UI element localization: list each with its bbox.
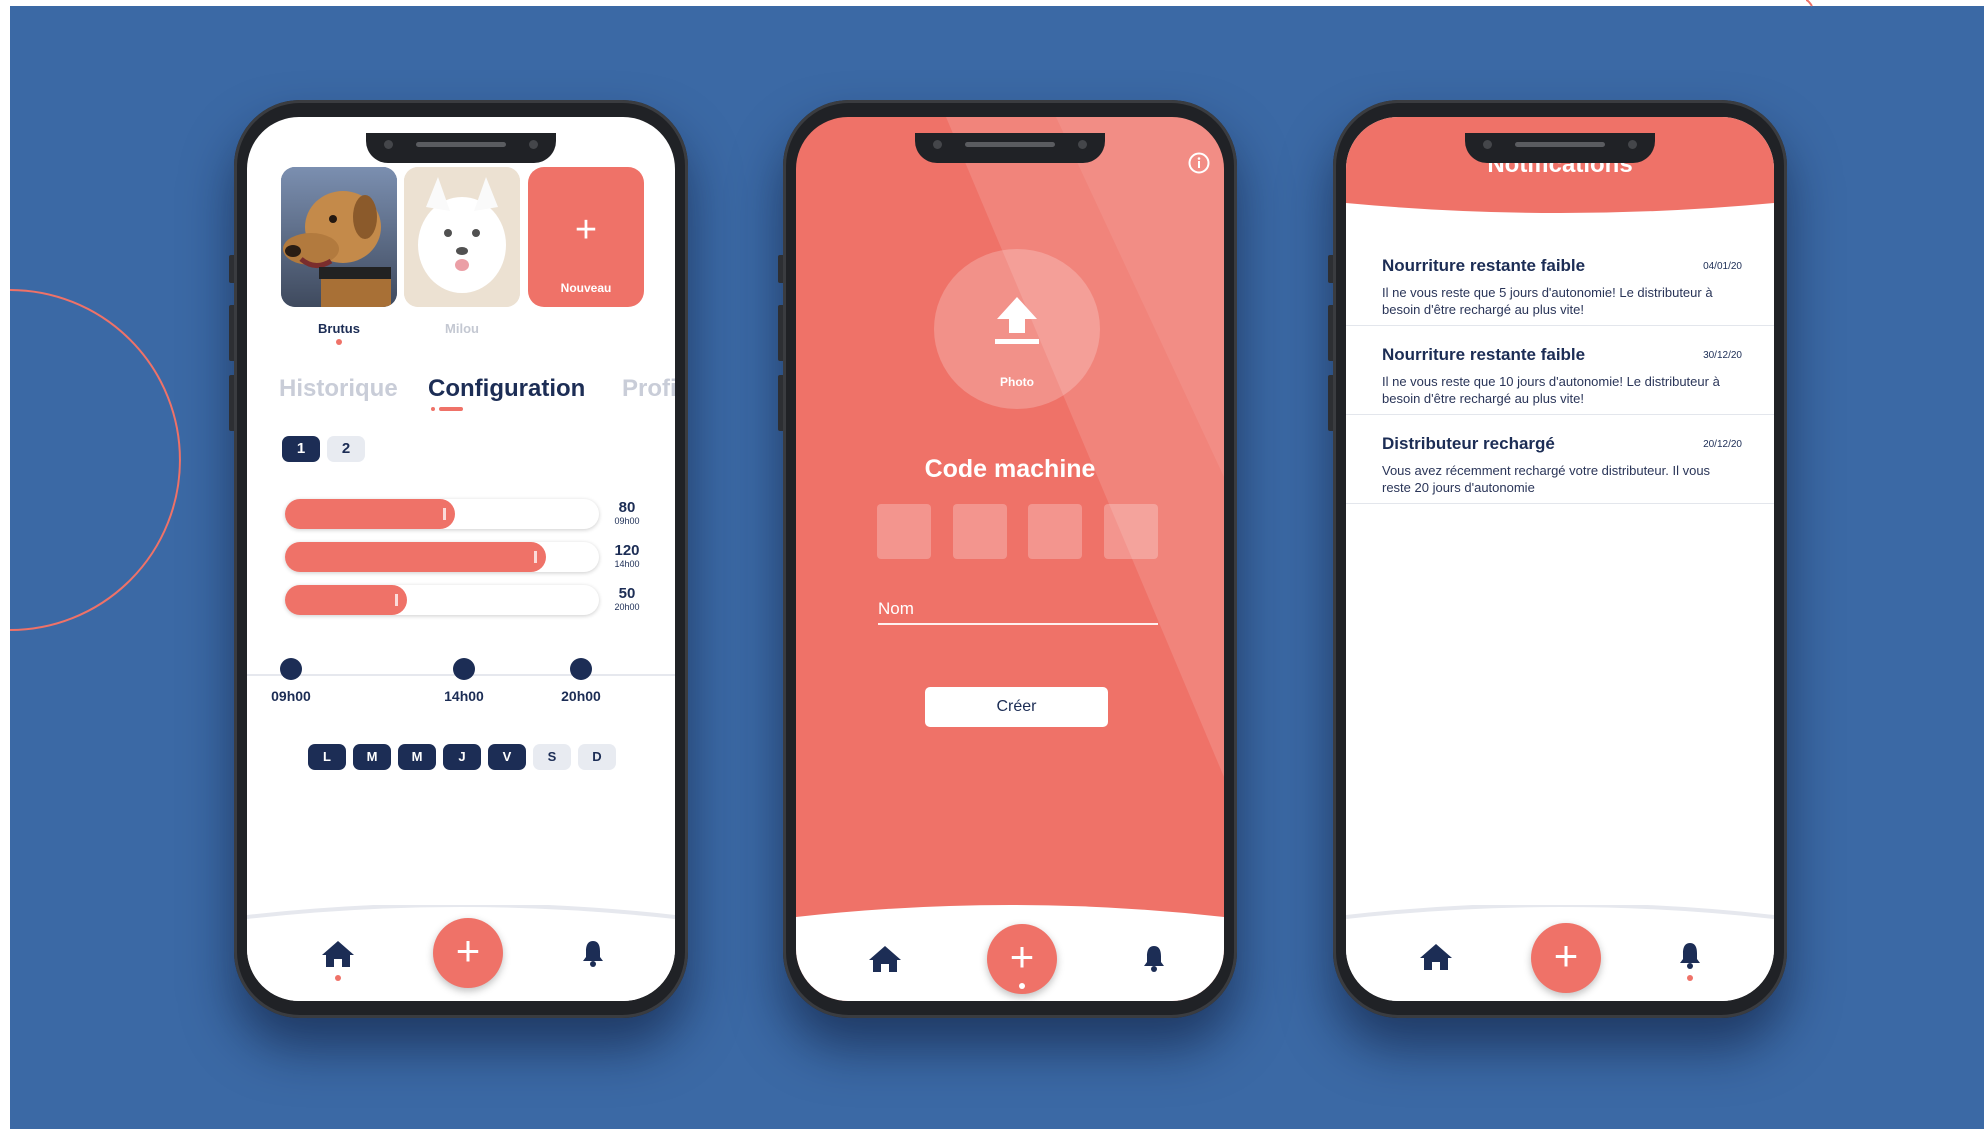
- portion-value-1: 80 09h00: [614, 499, 640, 527]
- dog-photo: [281, 167, 397, 307]
- notch: [1465, 133, 1655, 163]
- active-nav-indicator: [335, 975, 341, 981]
- create-button[interactable]: Créer: [925, 687, 1108, 727]
- notification-body: Vous avez récemment rechargé votre distr…: [1382, 463, 1711, 495]
- bell-icon[interactable]: [1142, 944, 1166, 972]
- day-toggle-saturday[interactable]: S: [533, 744, 571, 770]
- portion-slider-3[interactable]: [285, 585, 599, 615]
- active-tab-indicator: [439, 407, 463, 411]
- bell-icon[interactable]: [581, 939, 605, 967]
- timeline-label-2: 14h00: [444, 688, 484, 704]
- notification-date: 30/12/20: [1703, 350, 1742, 361]
- day-toggle-thursday[interactable]: J: [443, 744, 481, 770]
- phone-notifications: Notifications Nourriture restante faible…: [1328, 100, 1787, 1018]
- timeline-handle-3[interactable]: [570, 658, 592, 680]
- code-digit-2[interactable]: [953, 504, 1007, 559]
- selected-pet-indicator: [336, 339, 342, 345]
- code-digit-4[interactable]: [1104, 504, 1158, 559]
- slider-grip: [533, 551, 537, 563]
- portion-fill: [285, 585, 408, 615]
- new-pet-label: Nouveau: [560, 281, 612, 295]
- day-toggle-friday[interactable]: V: [488, 744, 526, 770]
- code-digit-3[interactable]: [1028, 504, 1082, 559]
- portion-value-3: 50 20h00: [614, 585, 640, 613]
- portion-fill: [285, 499, 455, 529]
- add-button[interactable]: +: [433, 918, 503, 988]
- tab-profil[interactable]: Profil: [622, 375, 675, 403]
- pet-name-brutus: Brutus: [318, 321, 360, 336]
- portion-fill: [285, 542, 546, 572]
- info-icon[interactable]: [1188, 152, 1210, 174]
- notification-date: 20/12/20: [1703, 439, 1742, 450]
- slider-grip: [395, 594, 399, 606]
- notification-body: Il ne vous reste que 5 jours d'autonomie…: [1382, 285, 1713, 317]
- notification-item[interactable]: Nourriture restante faible 30/12/20 Il n…: [1346, 345, 1774, 415]
- phone-create-dispenser: Photo Code machine Nom Créer +: [778, 100, 1237, 1018]
- home-icon[interactable]: [1419, 942, 1453, 972]
- pet-card-brutus[interactable]: [281, 167, 397, 307]
- home-icon[interactable]: [868, 944, 902, 974]
- day-toggle-monday[interactable]: L: [308, 744, 346, 770]
- portion-slider-1[interactable]: [285, 499, 599, 529]
- notification-body: Il ne vous reste que 10 jours d'autonomi…: [1382, 374, 1720, 406]
- tab-configuration[interactable]: Configuration: [428, 375, 585, 403]
- dispenser-2-pill[interactable]: 2: [327, 436, 365, 462]
- phone-configuration: Brutus Milou + Nouveau Historique Config…: [229, 100, 688, 1018]
- code-machine-title: Code machine: [924, 455, 1096, 483]
- notch: [366, 133, 556, 163]
- active-tab-indicator: [431, 407, 435, 411]
- notification-title: Nourriture restante faible: [1382, 345, 1586, 364]
- slider-grip: [442, 508, 446, 520]
- new-pet-button[interactable]: + Nouveau: [528, 167, 644, 307]
- day-toggle-tuesday[interactable]: M: [353, 744, 391, 770]
- timeline-label-3: 20h00: [561, 688, 601, 704]
- notch: [915, 133, 1105, 163]
- dog-photo: [404, 167, 520, 307]
- timeline-handle-2[interactable]: [453, 658, 475, 680]
- portion-slider-2[interactable]: [285, 542, 599, 572]
- name-input[interactable]: Nom: [878, 599, 1158, 625]
- add-button[interactable]: +: [1531, 923, 1601, 993]
- notification-title: Distributeur rechargé: [1382, 434, 1555, 453]
- active-nav-indicator: [1687, 975, 1693, 981]
- screen-create-dispenser: Photo Code machine Nom Créer +: [796, 117, 1224, 1001]
- photo-label: Photo: [1000, 375, 1034, 389]
- notification-date: 04/01/20: [1703, 261, 1742, 272]
- active-nav-indicator: [1019, 983, 1025, 989]
- screen-configuration: Brutus Milou + Nouveau Historique Config…: [247, 117, 675, 1001]
- pet-card-milou[interactable]: [404, 167, 520, 307]
- plus-icon: +: [574, 209, 598, 251]
- dispenser-1-pill[interactable]: 1: [282, 436, 320, 462]
- screen-notifications: Notifications Nourriture restante faible…: [1346, 117, 1774, 1001]
- code-digit-1[interactable]: [877, 504, 931, 559]
- timeline-label-1: 09h00: [271, 688, 311, 704]
- tab-historique[interactable]: Historique: [279, 375, 398, 403]
- home-icon[interactable]: [321, 939, 355, 969]
- notification-title: Nourriture restante faible: [1382, 256, 1586, 275]
- timeline-handle-1[interactable]: [280, 658, 302, 680]
- upload-icon: [995, 297, 1039, 344]
- photo-upload-button[interactable]: Photo: [934, 249, 1100, 409]
- notification-item[interactable]: Distributeur rechargé 20/12/20 Vous avez…: [1346, 434, 1774, 504]
- day-toggle-wednesday[interactable]: M: [398, 744, 436, 770]
- pet-name-milou: Milou: [445, 321, 479, 336]
- portion-value-2: 120 14h00: [614, 542, 640, 570]
- bell-icon[interactable]: [1678, 941, 1702, 969]
- day-toggle-sunday[interactable]: D: [578, 744, 616, 770]
- notification-item[interactable]: Nourriture restante faible 04/01/20 Il n…: [1346, 256, 1774, 326]
